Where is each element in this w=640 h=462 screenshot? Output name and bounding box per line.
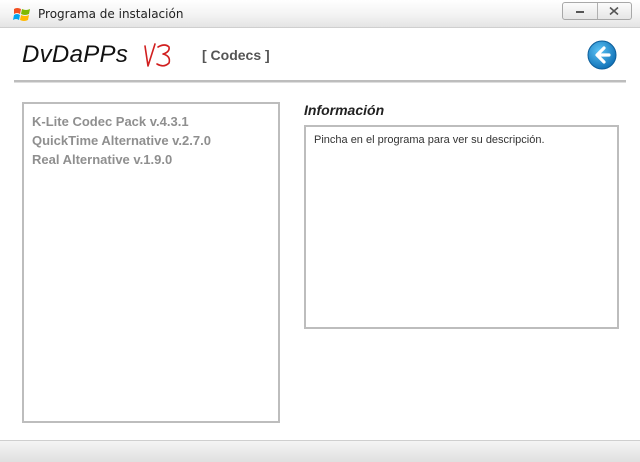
title-bar: Programa de instalación [0, 0, 640, 28]
minimize-button[interactable] [563, 3, 597, 19]
program-item-klite[interactable]: K-Lite Codec Pack v.4.3.1 [32, 112, 278, 131]
status-bar [0, 440, 640, 462]
back-arrow-icon[interactable] [587, 40, 617, 70]
program-list: K-Lite Codec Pack v.4.3.1 QuickTime Alte… [22, 102, 280, 423]
section-label: [ Codecs ] [202, 47, 270, 63]
windows-logo-icon [13, 8, 30, 21]
info-heading: Información [304, 102, 385, 118]
window-controls [562, 2, 632, 20]
v3-logo-icon [144, 43, 171, 67]
app-header: DvDaPPs [ Codecs ] [0, 28, 640, 84]
program-item-quicktime[interactable]: QuickTime Alternative v.2.7.0 [32, 131, 278, 150]
program-item-real[interactable]: Real Alternative v.1.9.0 [32, 150, 278, 169]
info-description-box: Pincha en el programa para ver su descri… [304, 125, 619, 329]
window-title: Programa de instalación [38, 7, 184, 21]
header-divider [14, 80, 626, 83]
close-icon [609, 6, 619, 16]
brand-title: DvDaPPs [22, 41, 129, 68]
info-description: Pincha en el programa para ver su descri… [314, 134, 545, 146]
minimize-icon [575, 11, 584, 13]
close-button[interactable] [596, 3, 632, 19]
